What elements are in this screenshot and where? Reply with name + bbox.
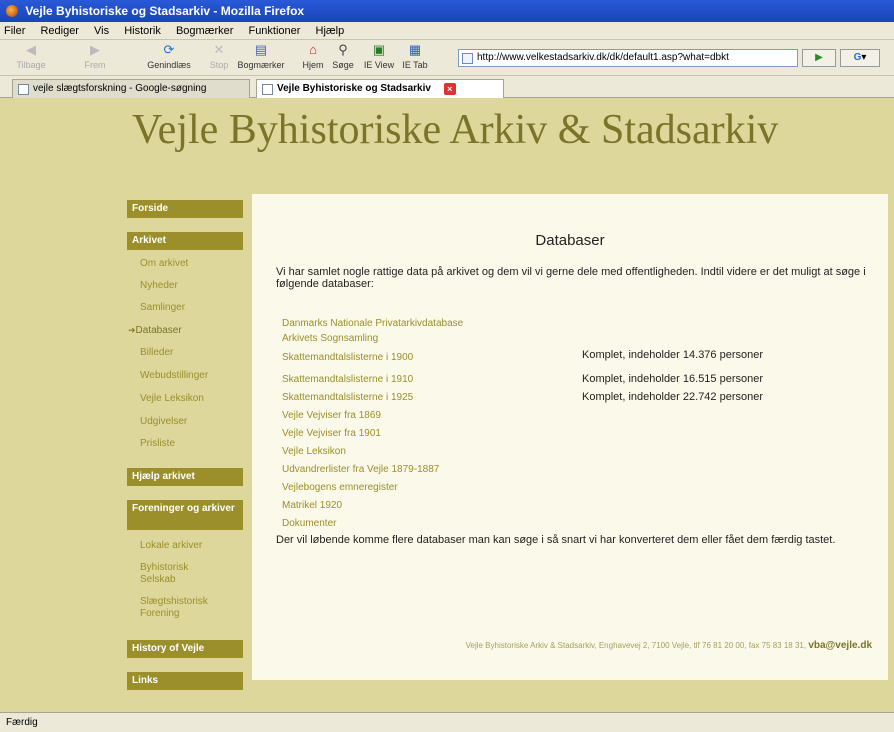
menu-hjaelp[interactable]: Hjælp bbox=[316, 25, 345, 37]
nav-prisliste[interactable]: Prisliste bbox=[140, 438, 250, 450]
tab-bar: vejle slægtsforskning - Google-søgning V… bbox=[0, 76, 894, 99]
home-button[interactable]: ⌂ Hjem bbox=[300, 42, 326, 70]
db-link-sognsamling[interactable]: Arkivets Sognsamling bbox=[282, 333, 378, 344]
nav-vejle-leksikon[interactable]: Vejle Leksikon bbox=[140, 393, 250, 405]
nav-slaegtshistorisk-forening[interactable]: Slægtshistorisk Forening bbox=[140, 596, 240, 620]
footer-email-link[interactable]: vba@vejle.dk bbox=[808, 640, 872, 651]
db-link-matrikel-1920[interactable]: Matrikel 1920 bbox=[282, 500, 342, 511]
page-title: Databaser bbox=[535, 232, 605, 249]
nav-lokale-arkiver[interactable]: Lokale arkiver bbox=[140, 540, 250, 552]
tab-page-icon bbox=[18, 84, 29, 95]
db-link-vejviser-1901[interactable]: Vejle Vejviser fra 1901 bbox=[282, 428, 381, 439]
url-text: http://www.velkestadsarkiv.dk/dk/default… bbox=[477, 52, 729, 63]
ie-view-button[interactable]: ▣ IE View bbox=[362, 42, 396, 70]
close-tab-icon[interactable]: × bbox=[443, 83, 456, 95]
stop-icon: ✕ bbox=[213, 42, 225, 57]
tab-vejle-arkiv[interactable]: Vejle Byhistoriske og Stadsarkiv × bbox=[256, 79, 504, 99]
nav-databaser[interactable]: ➜Databaser bbox=[128, 324, 238, 337]
db-link-emneregister[interactable]: Vejlebogens emneregister bbox=[282, 482, 398, 493]
db-link-skat-1910[interactable]: Skattemandtalslisterne i 1910 bbox=[282, 374, 413, 385]
db-link-vejle-leksikon[interactable]: Vejle Leksikon bbox=[282, 446, 346, 457]
go-arrow-icon: ▶ bbox=[815, 52, 823, 63]
search-engine-button[interactable]: G▾ bbox=[840, 49, 880, 67]
more-databases-text: Der vil løbende komme flere databaser ma… bbox=[276, 534, 836, 546]
db-link-dokumenter[interactable]: Dokumenter bbox=[282, 518, 336, 529]
nav-foreninger[interactable]: Foreninger og arkiver bbox=[127, 500, 243, 530]
menu-bar: Filer Rediger Vis Historik Bogmærker Fun… bbox=[0, 22, 894, 40]
forward-button[interactable]: ▶ Frem bbox=[78, 42, 112, 70]
bookmarks-icon: ▤ bbox=[254, 42, 268, 57]
reload-icon: ⟳ bbox=[163, 42, 175, 57]
tab-page-icon bbox=[262, 84, 273, 95]
menu-funktioner[interactable]: Funktioner bbox=[248, 25, 300, 37]
menu-rediger[interactable]: Rediger bbox=[40, 25, 79, 37]
nav-udgivelser[interactable]: Udgivelser bbox=[140, 416, 250, 428]
main-content: Databaser Vi har samlet nogle rattige da… bbox=[252, 194, 888, 680]
nav-billeder[interactable]: Billeder bbox=[140, 347, 250, 359]
page-footer: Vejle Byhistoriske Arkiv & Stadsarkiv, E… bbox=[252, 640, 872, 651]
firefox-icon bbox=[6, 5, 18, 17]
nav-webudstillinger[interactable]: Webudstillinger bbox=[140, 370, 250, 382]
ie-tab-icon: ▦ bbox=[408, 42, 422, 57]
status-text: Færdig bbox=[6, 717, 38, 728]
back-arrow-icon: ◀ bbox=[26, 42, 36, 57]
page-viewport: Vejle Byhistoriske Arkiv & Stadsarkiv Fo… bbox=[0, 98, 894, 712]
nav-byhistorisk-selskab[interactable]: Byhistorisk Selskab bbox=[140, 562, 220, 586]
window-title: Vejle Byhistoriske og Stadsarkiv - Mozil… bbox=[25, 4, 305, 18]
menu-historik[interactable]: Historik bbox=[124, 25, 161, 37]
nav-forside[interactable]: Forside bbox=[127, 200, 243, 218]
nav-databaser-label: Databaser bbox=[135, 325, 182, 336]
search-icon: ⚲ bbox=[338, 42, 348, 57]
db-note-skat-1925: Komplet, indeholder 22.742 personer bbox=[582, 391, 764, 403]
site-title: Vejle Byhistoriske Arkiv & Stadsarkiv bbox=[132, 107, 779, 153]
reload-button[interactable]: ⟳ Genindlæs bbox=[144, 42, 194, 70]
db-link-skat-1925[interactable]: Skattemandtalslisterne i 1925 bbox=[282, 392, 413, 403]
navigation-toolbar: ◀ Tilbage ▶ Frem ⟳ Genindlæs ✕ Stop ▤ Bo… bbox=[0, 40, 894, 76]
db-link-skat-1900[interactable]: Skattemandtalslisterne i 1900 bbox=[282, 352, 413, 363]
forward-arrow-icon: ▶ bbox=[90, 42, 100, 57]
db-link-privatarkivdatabase[interactable]: Danmarks Nationale Privatarkivdatabase bbox=[282, 318, 463, 329]
db-link-vejviser-1869[interactable]: Vejle Vejviser fra 1869 bbox=[282, 410, 381, 421]
tab-google-search[interactable]: vejle slægtsforskning - Google-søgning bbox=[12, 79, 250, 98]
ie-view-icon: ▣ bbox=[372, 42, 386, 57]
menu-filer[interactable]: Filer bbox=[4, 25, 25, 37]
intro-text: Vi har samlet nogle rattige data på arki… bbox=[276, 266, 866, 290]
ie-tab-button[interactable]: ▦ IE Tab bbox=[400, 42, 430, 70]
menu-bogmaerker[interactable]: Bogmærker bbox=[176, 25, 233, 37]
footer-address: Vejle Byhistoriske Arkiv & Stadsarkiv, E… bbox=[465, 641, 809, 650]
url-input[interactable]: http://www.velkestadsarkiv.dk/dk/default… bbox=[458, 49, 798, 67]
nav-samlinger[interactable]: Samlinger bbox=[140, 302, 250, 314]
bookmarks-button[interactable]: ▤ Bogmærker bbox=[236, 42, 286, 70]
nav-history-of-vejle[interactable]: History of Vejle bbox=[127, 640, 243, 658]
window-titlebar: Vejle Byhistoriske og Stadsarkiv - Mozil… bbox=[0, 0, 894, 22]
search-toolbar-button[interactable]: ⚲ Søge bbox=[330, 42, 356, 70]
nav-arkivet[interactable]: Arkivet bbox=[127, 232, 243, 250]
status-bar: Færdig bbox=[0, 712, 894, 732]
nav-om-arkivet[interactable]: Om arkivet bbox=[140, 258, 250, 270]
chevron-down-icon: ▾ bbox=[861, 52, 867, 63]
nav-nyheder[interactable]: Nyheder bbox=[140, 280, 250, 292]
go-button[interactable]: ▶ bbox=[802, 49, 836, 67]
menu-vis[interactable]: Vis bbox=[94, 25, 109, 37]
page-icon bbox=[462, 53, 473, 64]
db-note-skat-1900: Komplet, indeholder 14.376 personer bbox=[582, 349, 764, 361]
current-page-arrow-icon: ➜ bbox=[128, 325, 136, 335]
nav-hjaelp-arkivet[interactable]: Hjælp arkivet bbox=[127, 468, 243, 486]
nav-links[interactable]: Links bbox=[127, 672, 243, 690]
db-note-skat-1910: Komplet, indeholder 16.515 personer bbox=[582, 373, 764, 385]
stop-button[interactable]: ✕ Stop bbox=[206, 42, 232, 70]
db-link-udvandrerlister[interactable]: Udvandrerlister fra Vejle 1879-1887 bbox=[282, 464, 439, 475]
back-button[interactable]: ◀ Tilbage bbox=[14, 42, 48, 70]
home-icon: ⌂ bbox=[309, 42, 317, 57]
